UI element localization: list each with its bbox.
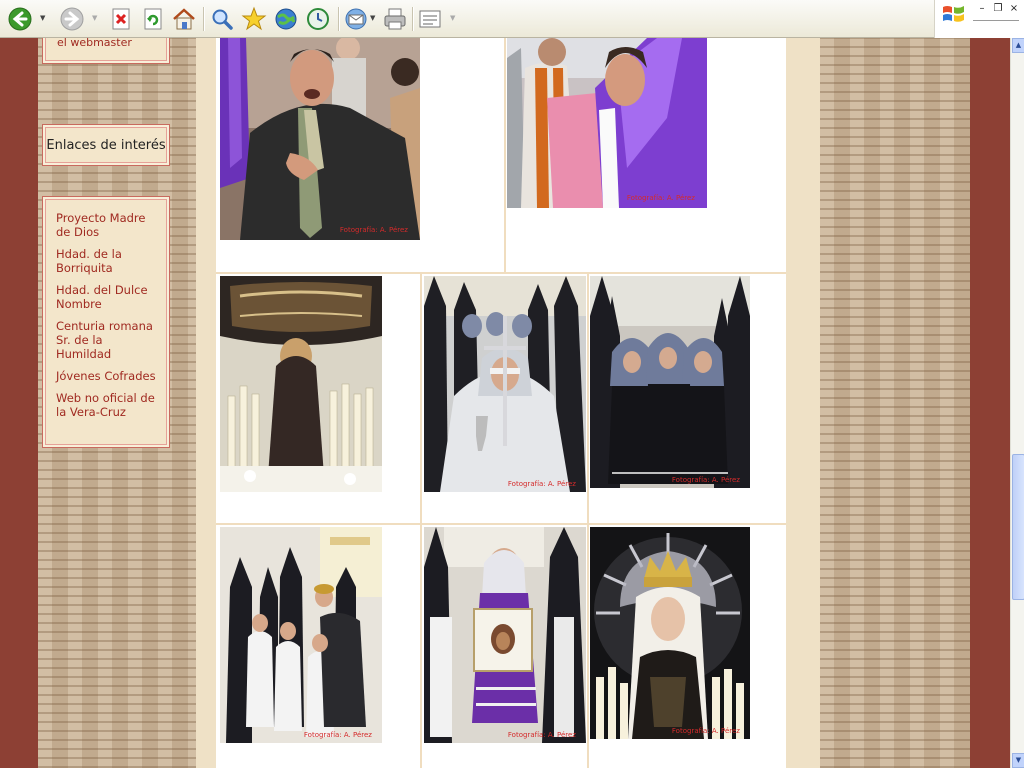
gallery-col-divider — [504, 38, 506, 274]
search-icon[interactable] — [208, 5, 236, 33]
gallery-row-divider — [216, 523, 786, 525]
forward-icon[interactable] — [58, 5, 86, 33]
link-hdad-borriquita[interactable]: Hdad. de la Borriquita — [56, 247, 161, 275]
window-brand-area: – ❐ × — [934, 0, 1024, 38]
favorites-icon[interactable] — [240, 5, 268, 33]
back-icon[interactable] — [6, 5, 34, 33]
left-cream-strip — [196, 38, 216, 768]
gallery-col-divider — [587, 274, 589, 768]
gallery-photo[interactable] — [220, 276, 382, 492]
gallery-col-divider — [420, 274, 422, 768]
back-dropdown-icon[interactable]: ▼ — [40, 14, 48, 22]
link-vera-cruz[interactable]: Web no oficial de la Vera-Cruz — [56, 391, 161, 419]
toolbar-separator — [338, 7, 339, 31]
photo-credit: Fotografía: A. Pérez — [671, 476, 740, 484]
gallery-photo[interactable]: Fotografía: A. Pérez — [507, 38, 707, 208]
minimize-button[interactable]: – — [975, 3, 989, 15]
media-icon[interactable] — [272, 5, 300, 33]
gallery-row-divider — [216, 272, 786, 274]
gallery-photo[interactable]: Fotografía: A. Pérez — [220, 38, 420, 240]
link-centuria-romana[interactable]: Centuria romana Sr. de la Humildad — [56, 319, 161, 361]
right-brick-wall — [820, 38, 970, 768]
link-hdad-dulce-nombre[interactable]: Hdad. del Dulce Nombre — [56, 283, 161, 311]
close-button[interactable]: × — [1007, 3, 1021, 15]
stop-icon[interactable] — [107, 5, 135, 33]
home-icon[interactable] — [170, 5, 198, 33]
restore-button[interactable]: ❐ — [991, 3, 1005, 15]
mail-dropdown-icon[interactable]: ▼ — [370, 14, 378, 22]
gallery-photo[interactable]: Fotografía: A. Pérez — [220, 527, 382, 743]
gallery-photo[interactable]: Fotografía: A. Pérez — [590, 527, 750, 739]
photo-credit: Fotografía: A. Pérez — [671, 727, 740, 735]
enlaces-title-box: Enlaces de interés — [42, 124, 170, 166]
left-red-border — [0, 38, 38, 768]
mail-icon[interactable] — [342, 5, 370, 33]
print-icon[interactable] — [381, 5, 409, 33]
forward-dropdown-icon: ▼ — [92, 14, 98, 22]
links-box: Proyecto Madre de Dios Hdad. de la Borri… — [42, 196, 170, 448]
edit-dropdown-icon: ▼ — [450, 14, 456, 22]
refresh-icon[interactable] — [139, 5, 167, 33]
webmaster-link[interactable]: el webmaster — [57, 38, 132, 49]
gallery-photo[interactable]: Fotografía: A. Pérez — [424, 276, 586, 492]
photo-credit: Fotografía: A. Pérez — [303, 731, 372, 739]
scrollbar-thumb[interactable] — [1012, 454, 1024, 600]
link-proyecto-madre-de-dios[interactable]: Proyecto Madre de Dios — [56, 211, 161, 239]
enlaces-title: Enlaces de interés — [46, 137, 166, 153]
link-jovenes-cofrades[interactable]: Jóvenes Cofrades — [56, 369, 161, 383]
photo-credit: Fotografía: A. Pérez — [626, 194, 695, 202]
scroll-down-icon[interactable]: ▼ — [1012, 753, 1024, 768]
browser-toolbar: ▼ ▼ ▼ ▼ – ❐ × — [0, 0, 1024, 38]
toolbar-separator — [412, 7, 413, 31]
photo-credit: Fotografía: A. Pérez — [507, 480, 576, 488]
webmaster-box: el webmaster — [42, 38, 170, 64]
gallery-photo[interactable]: Fotografía: A. Pérez — [424, 527, 586, 743]
right-cream-strip — [786, 38, 820, 768]
photo-credit: Fotografía: A. Pérez — [507, 731, 576, 739]
history-icon[interactable] — [304, 5, 332, 33]
web-page: el webmaster Enlaces de interés Proyecto… — [0, 38, 1010, 768]
scroll-up-icon[interactable]: ▲ — [1012, 38, 1024, 53]
edit-icon[interactable] — [416, 5, 444, 33]
windows-logo-icon — [941, 3, 967, 25]
toolbar-separator — [203, 7, 204, 31]
vertical-scrollbar[interactable]: ▲ ▼ — [1010, 38, 1024, 768]
brand-divider — [973, 20, 1019, 21]
photo-credit: Fotografía: A. Pérez — [339, 226, 408, 234]
gallery-photo[interactable]: Fotografía: A. Pérez — [590, 276, 750, 488]
right-red-border — [970, 38, 1010, 768]
